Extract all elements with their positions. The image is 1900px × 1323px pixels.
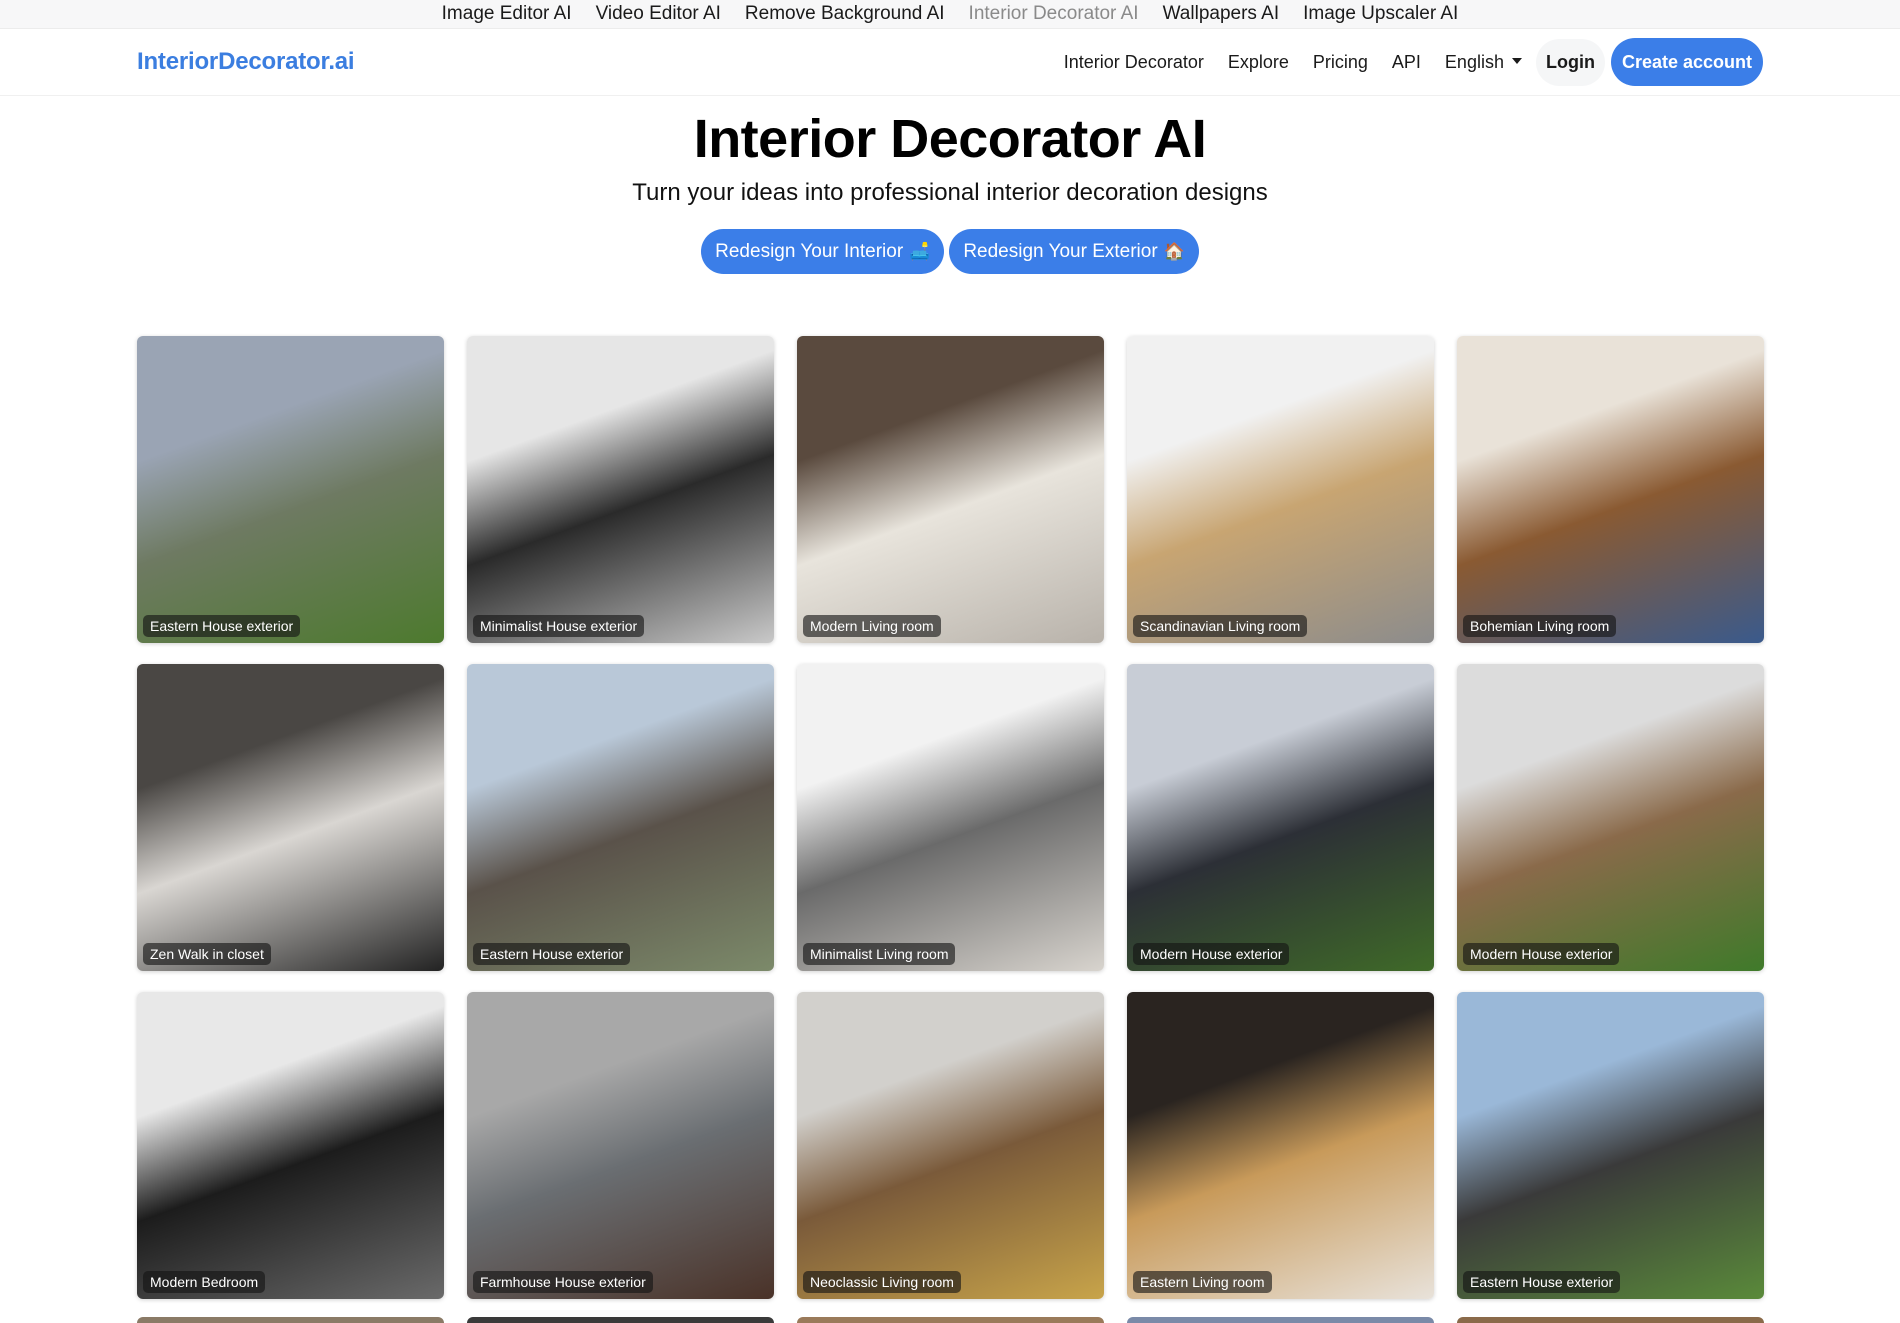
design-style-label: Zen Walk in closet: [143, 943, 271, 965]
gallery-card[interactable]: Eastern House exterior: [467, 664, 774, 971]
design-thumbnail-image: [1457, 992, 1764, 1299]
gallery-card[interactable]: Modern House exterior: [1127, 664, 1434, 971]
product-link-video-editor[interactable]: Video Editor AI: [596, 3, 721, 25]
design-thumbnail-image: [1457, 336, 1764, 643]
nav-link-explore[interactable]: Explore: [1216, 52, 1301, 73]
gallery-card[interactable]: Modern Bedroom: [137, 992, 444, 1299]
design-thumbnail-image: [1127, 664, 1434, 971]
gallery-card[interactable]: Scandinavian Living room: [1127, 336, 1434, 643]
main-navbar: InteriorDecorator.ai Interior Decorator …: [0, 29, 1900, 96]
product-link-wallpapers[interactable]: Wallpapers AI: [1163, 3, 1280, 25]
design-thumbnail-image: [467, 336, 774, 643]
product-link-image-editor[interactable]: Image Editor AI: [442, 3, 572, 25]
gallery-card-peek[interactable]: [797, 1317, 1104, 1323]
design-style-label: Eastern House exterior: [1463, 1271, 1621, 1293]
gallery-card[interactable]: Eastern Living room: [1127, 992, 1434, 1299]
design-style-label: Minimalist House exterior: [473, 615, 645, 637]
brand-logo[interactable]: InteriorDecorator.ai: [137, 48, 355, 76]
design-thumbnail-image: [1457, 664, 1764, 971]
gallery-card-peek[interactable]: [1457, 1317, 1764, 1323]
design-thumbnail-image: [1127, 992, 1434, 1299]
design-style-label: Bohemian Living room: [1463, 615, 1617, 637]
hero-section: Interior Decorator AI Turn your ideas in…: [0, 96, 1900, 275]
design-style-label: Scandinavian Living room: [1133, 615, 1308, 637]
gallery-card[interactable]: Zen Walk in closet: [137, 664, 444, 971]
language-label: English: [1444, 51, 1504, 72]
page-subtitle: Turn your ideas into professional interi…: [632, 179, 1268, 207]
nav-link-interior-decorator[interactable]: Interior Decorator: [1052, 52, 1216, 73]
product-link-image-upscaler[interactable]: Image Upscaler AI: [1303, 3, 1458, 25]
design-thumbnail-image: [137, 992, 444, 1299]
nav-menu: Interior Decorator Explore Pricing API E…: [1052, 38, 1763, 86]
design-thumbnail-image: [467, 992, 774, 1299]
product-link-interior-decorator[interactable]: Interior Decorator AI: [969, 3, 1139, 25]
redesign-interior-button[interactable]: Redesign Your Interior 🛋️: [701, 229, 945, 275]
couch-icon: 🛋️: [909, 241, 931, 262]
gallery-card[interactable]: Eastern House exterior: [1457, 992, 1764, 1299]
product-link-remove-background[interactable]: Remove Background AI: [745, 3, 945, 25]
design-gallery: Eastern House exterior Minimalist House e…: [137, 336, 1764, 1299]
create-account-button[interactable]: Create account: [1610, 38, 1763, 86]
product-switcher-bar: Image Editor AI Video Editor AI Remove B…: [0, 0, 1900, 29]
caret-down-icon: [1511, 58, 1522, 64]
design-style-label: Neoclassic Living room: [803, 1271, 961, 1293]
page-title: Interior Decorator AI: [693, 109, 1207, 169]
gallery-card[interactable]: Modern House exterior: [1457, 664, 1764, 971]
design-thumbnail-image: [797, 664, 1104, 971]
design-style-label: Eastern House exterior: [143, 615, 301, 637]
gallery-card-peek[interactable]: [1127, 1317, 1434, 1323]
gallery-card[interactable]: Modern Living room: [797, 336, 1104, 643]
redesign-interior-label: Redesign Your Interior: [715, 240, 904, 262]
gallery-card-peek[interactable]: [467, 1317, 774, 1323]
design-style-label: Modern House exterior: [1133, 943, 1290, 965]
design-style-label: Farmhouse House exterior: [473, 1271, 653, 1293]
design-style-label: Minimalist Living room: [803, 943, 956, 965]
gallery-next-row-peek: [137, 1317, 1764, 1323]
design-style-label: Modern Bedroom: [143, 1271, 266, 1293]
redesign-exterior-button[interactable]: Redesign Your Exterior 🏠: [949, 229, 1199, 275]
gallery-card[interactable]: Bohemian Living room: [1457, 336, 1764, 643]
design-thumbnail-image: [137, 336, 444, 643]
redesign-exterior-label: Redesign Your Exterior: [963, 240, 1158, 262]
design-thumbnail-image: [797, 336, 1104, 643]
design-style-label: Eastern House exterior: [473, 943, 631, 965]
nav-link-api[interactable]: API: [1380, 52, 1433, 73]
design-style-label: Modern Living room: [803, 615, 941, 637]
gallery-card[interactable]: Minimalist House exterior: [467, 336, 774, 643]
gallery-card[interactable]: Minimalist Living room: [797, 664, 1104, 971]
nav-link-pricing[interactable]: Pricing: [1301, 52, 1380, 73]
gallery-card[interactable]: Eastern House exterior: [137, 336, 444, 643]
gallery-card-peek[interactable]: [137, 1317, 444, 1323]
design-style-label: Eastern Living room: [1133, 1271, 1272, 1293]
hero-buttons: Redesign Your Interior 🛋️ Redesign Your …: [0, 229, 1900, 275]
design-thumbnail-image: [1127, 336, 1434, 643]
design-thumbnail-image: [797, 992, 1104, 1299]
language-dropdown[interactable]: English: [1433, 52, 1534, 73]
design-thumbnail-image: [137, 664, 444, 971]
house-icon: 🏠: [1163, 241, 1185, 262]
design-thumbnail-image: [467, 664, 774, 971]
design-style-label: Modern House exterior: [1463, 943, 1620, 965]
gallery-card[interactable]: Farmhouse House exterior: [467, 992, 774, 1299]
login-button[interactable]: Login: [1535, 38, 1605, 86]
gallery-card[interactable]: Neoclassic Living room: [797, 992, 1104, 1299]
